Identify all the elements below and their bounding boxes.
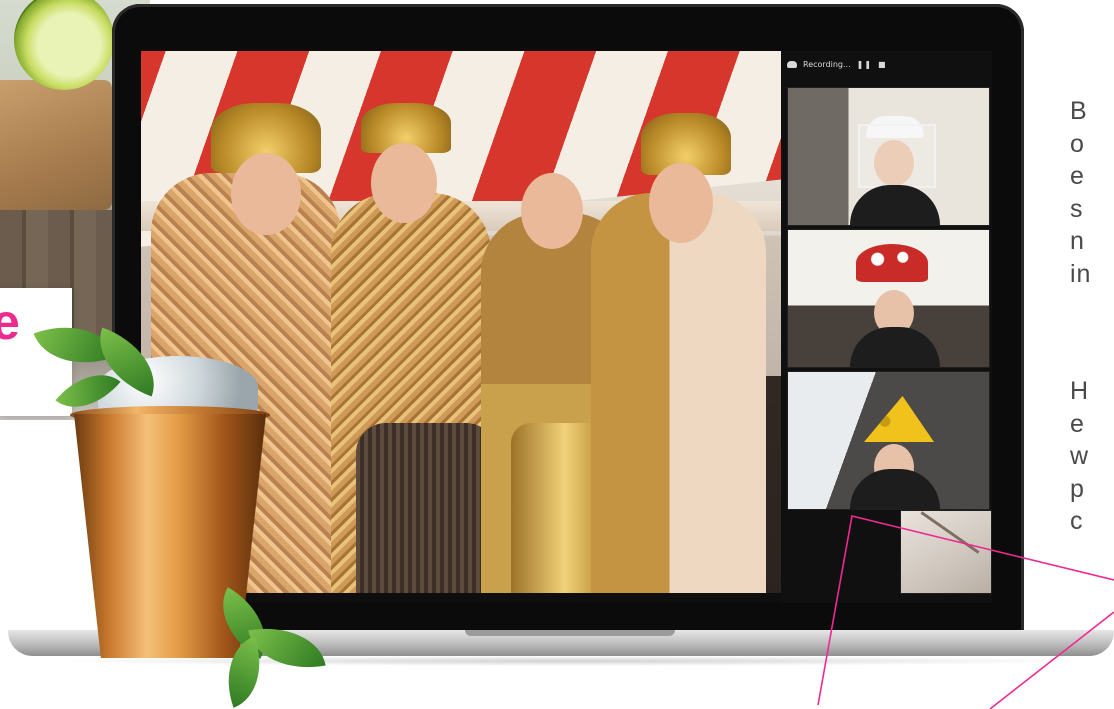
- side-copy: B o e s n in H e w p c: [1070, 30, 1114, 590]
- callout-line-2: [989, 611, 1114, 709]
- copy-paragraph-2: H e w p c: [1070, 377, 1090, 535]
- copy-paragraph-1: B o e s n in: [1070, 97, 1092, 288]
- callout-lines: [817, 515, 1114, 709]
